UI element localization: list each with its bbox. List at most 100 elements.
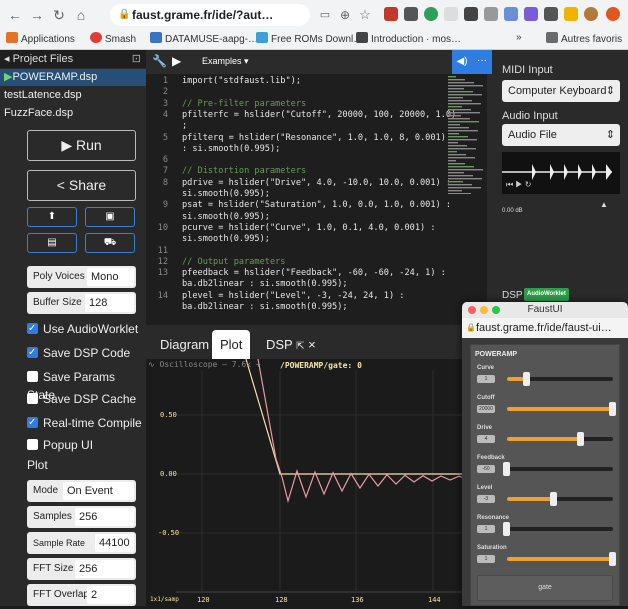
extension-icon[interactable] xyxy=(484,7,498,21)
examples-menu[interactable]: Examples ▾ xyxy=(202,56,249,67)
code-line[interactable]: plevel = hslider("Level", -3, -24, 24, 1… xyxy=(182,291,404,301)
fft-size-value[interactable]: 256 xyxy=(75,560,134,578)
zoom-icon[interactable]: ⊕ xyxy=(336,6,354,24)
new-file-icon[interactable]: ⊡ xyxy=(132,50,141,68)
save-button[interactable]: ▣ xyxy=(85,207,135,227)
code-line[interactable]: // Output parameters xyxy=(182,257,285,267)
checkbox-real-time-compile[interactable]: Real-time Compile xyxy=(27,414,142,432)
tab-dsp[interactable]: DSP ⇱ × xyxy=(258,330,324,359)
faust-ui-window[interactable]: FaustUI 🔒 faust.grame.fr/ide/faust-ui… P… xyxy=(462,302,628,606)
slider-track[interactable] xyxy=(503,462,613,476)
export-button[interactable]: ▤ xyxy=(27,233,77,253)
scope-zoom-label[interactable]: – 7.6x xyxy=(222,360,251,369)
home-icon[interactable]: ⌂ xyxy=(72,6,90,24)
fft-overlap-value[interactable]: 2 xyxy=(87,586,134,604)
play-icon[interactable]: ▶ xyxy=(172,54,181,68)
checkbox-popup-ui[interactable]: Popup UI xyxy=(27,436,93,454)
profile-avatar[interactable] xyxy=(584,7,598,21)
window-maximize-icon[interactable] xyxy=(492,306,500,314)
code-line[interactable]: si.smooth(0.995); xyxy=(182,234,270,244)
code-line[interactable]: psat = hslider("Saturation", 1.0, 0.0, 1… xyxy=(182,200,451,210)
bookmark-datamuse[interactable]: DATAMUSE-aapg-… xyxy=(150,32,258,45)
slider-value[interactable]: 1 xyxy=(477,525,495,533)
slider-value[interactable]: 1 xyxy=(477,375,495,383)
file-item-fuzzface[interactable]: FuzzFace.dsp xyxy=(0,105,146,122)
slider-knob[interactable] xyxy=(549,492,557,506)
code-line[interactable]: : si.smooth(0.995); xyxy=(182,144,280,154)
buffer-size-select[interactable]: Buffer Size 128 xyxy=(27,292,136,314)
file-item-testlatence[interactable]: testLatence.dsp xyxy=(0,87,146,104)
bookmark-smash[interactable]: Smash xyxy=(90,32,136,45)
slider-track[interactable] xyxy=(503,522,613,536)
bookmark-autres-favoris[interactable]: Autres favoris xyxy=(546,32,622,45)
code-line[interactable]: ba.db2linear : si.smooth(0.995); xyxy=(182,279,348,289)
code-line[interactable]: pcurve = hslider("Curve", 1.0, 0.1, 4.0,… xyxy=(182,223,436,233)
extension-icon[interactable] xyxy=(606,7,620,21)
code-line[interactable]: // Pre-filter parameters xyxy=(182,99,306,109)
more-options-icon[interactable]: ··· xyxy=(472,50,492,74)
code-line[interactable]: si.smooth(0.995); xyxy=(182,189,270,199)
scope-add-icon[interactable]: + xyxy=(256,360,261,369)
bookmark-applications[interactable]: Applications xyxy=(6,32,75,45)
wrench-icon[interactable]: 🔧 xyxy=(152,54,167,68)
fft-size-select[interactable]: FFT Size 256 xyxy=(27,558,136,580)
checkbox-use-audioworklet[interactable]: Use AudioWorklet xyxy=(27,320,138,338)
midi-input-select[interactable]: Computer Keyboard ⇕ xyxy=(502,80,620,102)
slider-knob[interactable] xyxy=(503,522,510,536)
audio-input-toggle-icon[interactable]: ◀) xyxy=(452,50,472,74)
audio-file-waveform[interactable]: ⏮ ▶ ↻ xyxy=(502,152,620,194)
publish-button[interactable]: ⛟ xyxy=(85,233,135,253)
sample-rate-field[interactable]: Sample Rate 44100 xyxy=(27,532,136,554)
code-area[interactable]: 1 import("stdfaust.lib"); 2 3 // Pre-filter … xyxy=(146,74,492,325)
faust-ui-address-bar[interactable]: 🔒 faust.grame.fr/ide/faust-ui… xyxy=(462,318,628,338)
bookmark-free-roms[interactable]: Free ROMs Downl… xyxy=(256,32,363,45)
extension-icon[interactable] xyxy=(564,7,578,21)
slider-track[interactable] xyxy=(507,432,613,446)
poly-voices-value[interactable]: Mono xyxy=(87,268,134,286)
code-line[interactable]: ; xyxy=(182,121,187,131)
slider-knob[interactable] xyxy=(609,552,616,566)
slider-value[interactable]: -60 xyxy=(477,465,495,473)
code-line[interactable]: import("stdfaust.lib"); xyxy=(182,76,301,86)
samples-field[interactable]: Samples 256 xyxy=(27,506,136,528)
slider-value[interactable]: 20000 xyxy=(477,405,495,413)
oscilloscope-plot[interactable] xyxy=(146,358,478,606)
faust-ui-titlebar[interactable]: FaustUI xyxy=(462,302,628,318)
samples-input[interactable]: 256 xyxy=(75,508,134,526)
close-tab-icon[interactable]: × xyxy=(308,337,316,352)
code-line[interactable]: si.smooth(0.995); xyxy=(182,212,270,222)
extension-icon[interactable] xyxy=(544,7,558,21)
window-minimize-icon[interactable] xyxy=(480,306,488,314)
checkbox-save-params-state[interactable]: Save Params State xyxy=(27,368,146,402)
extension-icon[interactable] xyxy=(504,7,518,21)
poly-voices-select[interactable]: Poly Voices Mono xyxy=(27,266,136,288)
code-line[interactable]: pfilterfc = hslider("Cutoff", 20000, 100… xyxy=(182,110,456,120)
extension-ublock-icon[interactable] xyxy=(384,7,398,21)
file-item-poweramp[interactable]: ▶POWERAMP.dsp xyxy=(0,69,146,86)
reload-icon[interactable]: ↻ xyxy=(50,6,68,24)
code-line[interactable]: // Distortion parameters xyxy=(182,166,306,176)
tab-diagram[interactable]: Diagram xyxy=(152,330,217,359)
slider-track[interactable] xyxy=(507,372,613,386)
share-button[interactable]: < Share xyxy=(27,170,136,201)
window-close-icon[interactable] xyxy=(468,306,476,314)
plot-mode-value[interactable]: On Event xyxy=(63,482,134,500)
buffer-size-value[interactable]: 128 xyxy=(85,294,134,312)
fft-overlap-select[interactable]: FFT Overlap 2 xyxy=(27,584,136,606)
forward-icon[interactable]: → xyxy=(28,6,46,24)
slider-value[interactable]: -3 xyxy=(477,495,495,503)
slider-track[interactable] xyxy=(507,552,616,566)
slider-knob[interactable] xyxy=(577,432,585,446)
extension-icon[interactable] xyxy=(444,7,458,21)
extension-icon[interactable] xyxy=(424,7,438,21)
code-line[interactable]: ba.db2linear : si.smooth(0.995); xyxy=(182,302,348,312)
back-icon[interactable]: ← xyxy=(6,6,24,24)
bookmark-star-icon[interactable]: ☆ xyxy=(356,6,374,24)
slider-knob[interactable] xyxy=(503,462,510,476)
code-line[interactable]: pfeedback = hslider("Feedback", -60, -60… xyxy=(182,268,446,278)
oscilloscope-panel[interactable]: ∿ Oscilloscope – 7.6x + /POWERAMP/gate: … xyxy=(146,358,478,606)
cast-icon[interactable]: ▭ xyxy=(316,6,334,24)
code-minimap[interactable] xyxy=(446,74,486,194)
extension-icon[interactable] xyxy=(464,7,478,21)
slider-value[interactable]: 1 xyxy=(477,555,495,563)
